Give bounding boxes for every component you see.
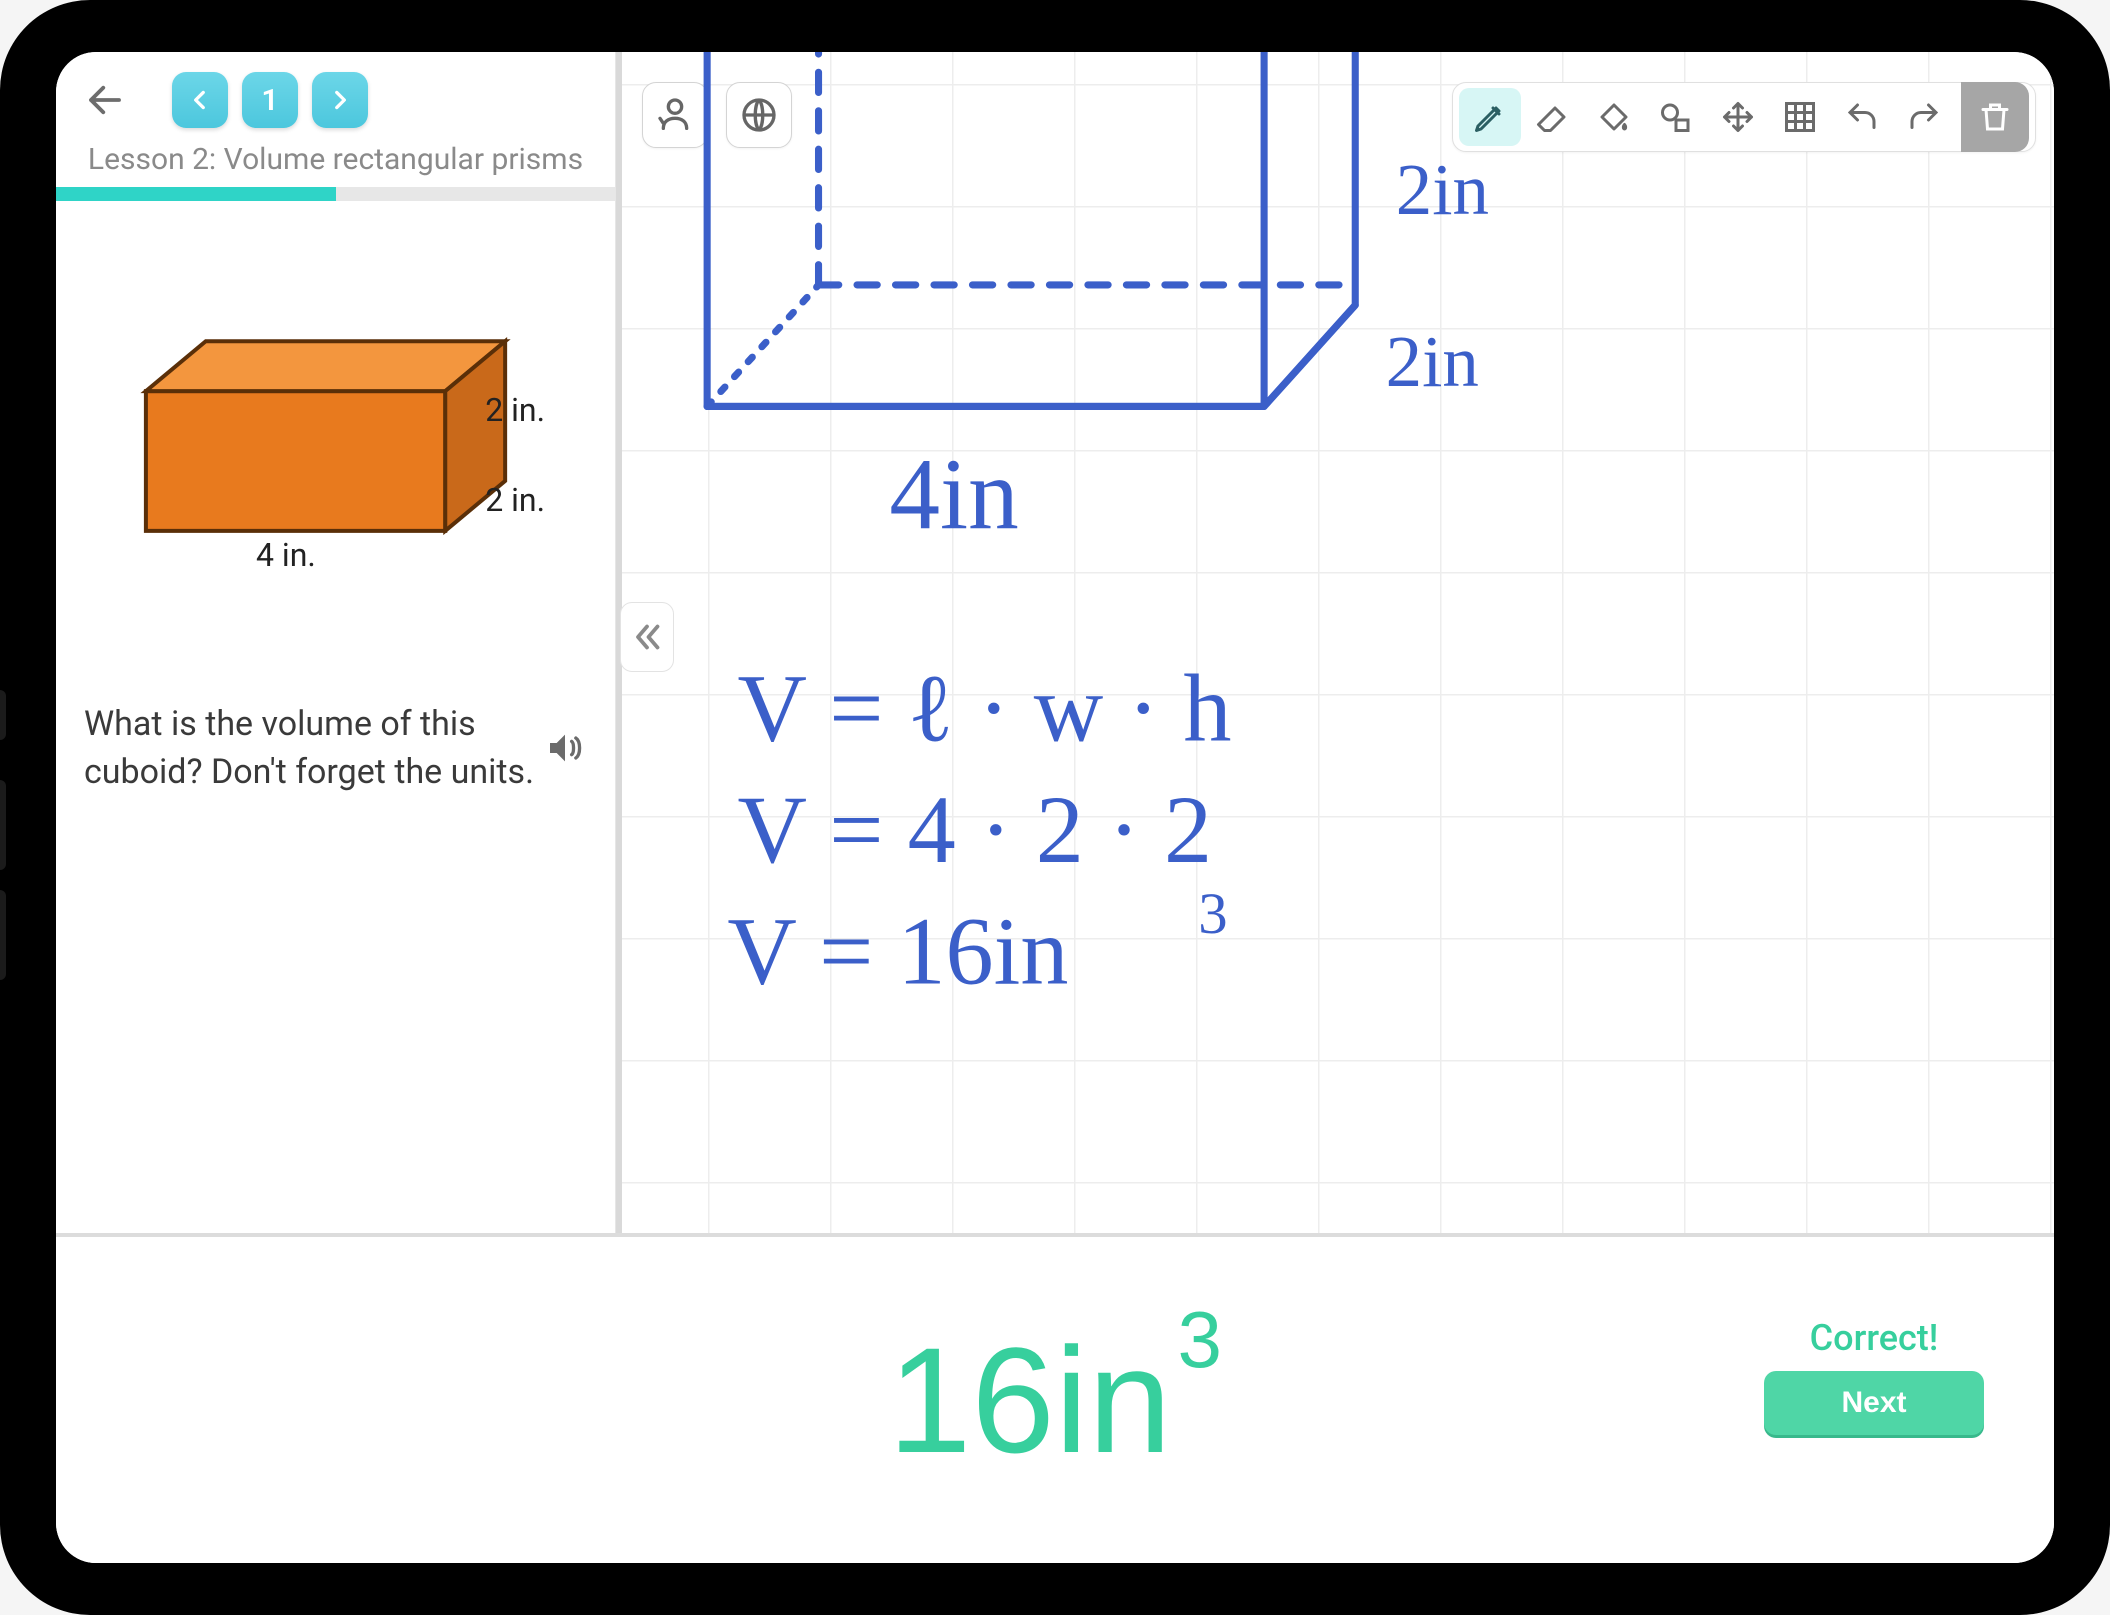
prev-page-button[interactable] (172, 72, 228, 128)
main-area: 1 Lesson 2: Volume rectangular prisms (56, 52, 2054, 1233)
progress-fill (56, 187, 336, 201)
next-button[interactable]: Next (1764, 1371, 1984, 1435)
move-icon (1720, 99, 1756, 135)
hardware-button (0, 890, 6, 980)
answer-bar: 16in 3 Correct! Next (56, 1233, 2054, 1563)
person-icon (655, 95, 695, 135)
answer-value: 16in (888, 1314, 1172, 1487)
screen: 1 Lesson 2: Volume rectangular prisms (56, 52, 2054, 1563)
result-block: Correct! Next (1764, 1317, 1984, 1435)
speaker-icon (545, 728, 585, 768)
back-button[interactable] (80, 75, 130, 125)
dim-depth: 2 in. (485, 481, 545, 519)
next-page-button[interactable] (312, 72, 368, 128)
lesson-title: Lesson 2: Volume rectangular prisms (56, 136, 615, 187)
pencil-icon (1472, 99, 1508, 135)
answer-exponent: 3 (1178, 1294, 1223, 1386)
tablet-frame: 1 Lesson 2: Volume rectangular prisms (0, 0, 2110, 1615)
undo-icon (1844, 99, 1880, 135)
prism-figure: 2 in. 2 in. 4 in. (96, 311, 575, 591)
result-label: Correct! (1764, 1317, 1984, 1359)
pager: 1 (172, 72, 368, 128)
globe-icon (739, 95, 779, 135)
grid-icon (1782, 99, 1818, 135)
sidebar-header: 1 (56, 52, 615, 136)
collapse-sidebar-button[interactable] (620, 602, 674, 672)
undo-tool[interactable] (1831, 88, 1893, 146)
paint-bucket-icon (1596, 99, 1632, 135)
redo-tool[interactable] (1893, 88, 1955, 146)
answer-display: 16in 3 (888, 1314, 1222, 1487)
pencil-tool[interactable] (1459, 88, 1521, 146)
tool-palette (1452, 82, 2036, 152)
speak-button[interactable] (545, 728, 587, 770)
fill-tool[interactable] (1583, 88, 1645, 146)
chevron-right-icon (327, 87, 353, 113)
chevrons-left-icon (629, 619, 665, 655)
question-row: What is the volume of this cuboid? Don't… (56, 621, 615, 816)
question-text: What is the volume of this cuboid? Don't… (84, 701, 537, 796)
hardware-button (0, 780, 6, 870)
trash-tool[interactable] (1961, 82, 2029, 152)
eraser-tool[interactable] (1521, 88, 1583, 146)
student-view-button[interactable] (642, 82, 708, 148)
page-number[interactable]: 1 (242, 72, 298, 128)
sidebar: 1 Lesson 2: Volume rectangular prisms (56, 52, 616, 1233)
globe-button[interactable] (726, 82, 792, 148)
dim-height: 2 in. (485, 391, 545, 429)
progress-bar (56, 187, 615, 201)
shapes-icon (1658, 99, 1694, 135)
redo-icon (1906, 99, 1942, 135)
move-tool[interactable] (1707, 88, 1769, 146)
trash-icon (1977, 99, 2013, 135)
prism-svg (96, 311, 575, 591)
chevron-left-icon (187, 87, 213, 113)
arrow-left-icon (84, 79, 126, 121)
grid-tool[interactable] (1769, 88, 1831, 146)
hardware-button (0, 690, 6, 740)
eraser-icon (1534, 99, 1570, 135)
grid-background (616, 52, 2054, 1233)
canvas[interactable]: 2in 2in 4in V = ℓ · w · h V = 4 · 2 · 2 … (616, 52, 2054, 1233)
dim-length: 4 in. (256, 536, 316, 574)
shapes-tool[interactable] (1645, 88, 1707, 146)
